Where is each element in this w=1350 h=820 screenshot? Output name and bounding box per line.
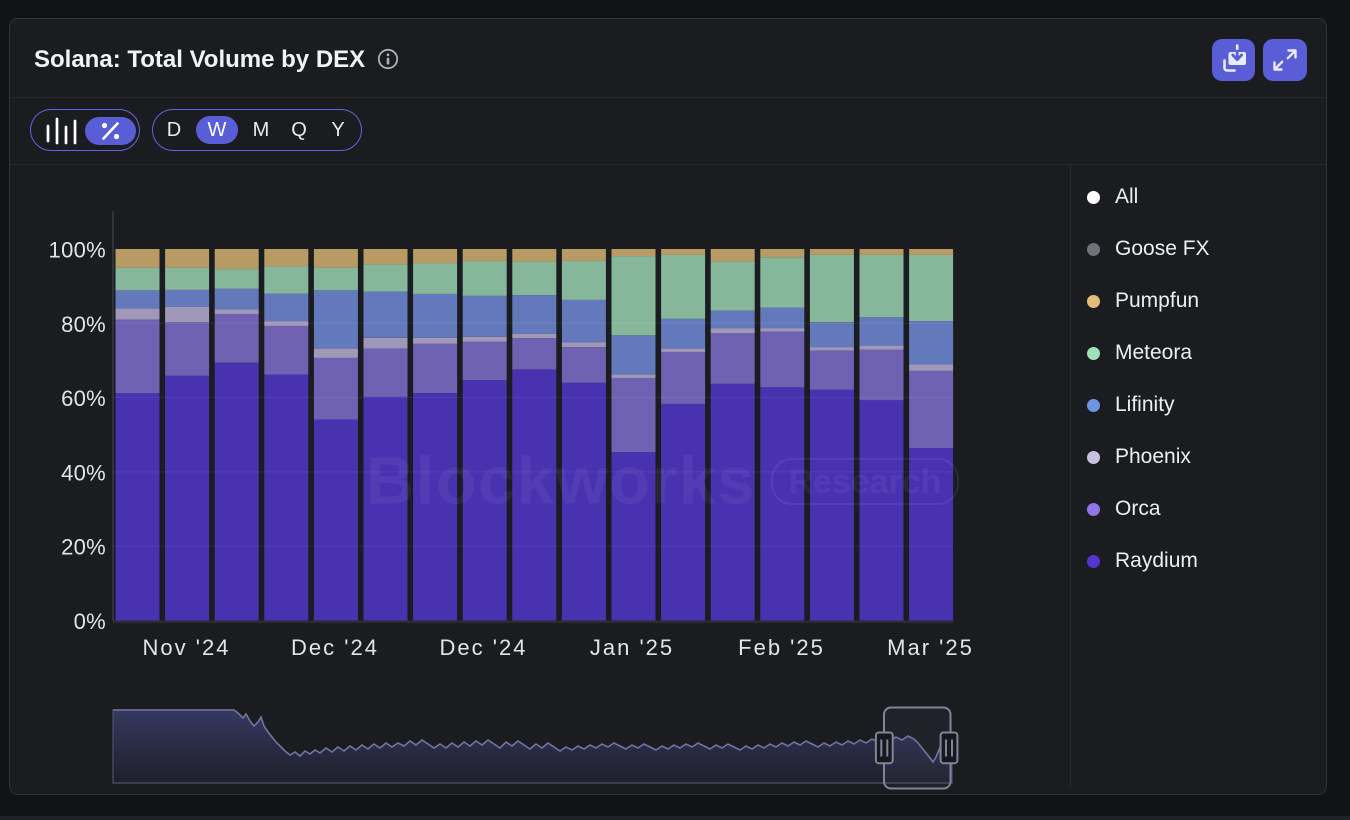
svg-text:Feb '25: Feb '25 [738, 635, 825, 660]
svg-text:0%: 0% [74, 609, 106, 634]
svg-text:Dec '24: Dec '24 [440, 635, 528, 660]
svg-text:Blockworks: Blockworks [366, 444, 756, 519]
svg-text:Nov '24: Nov '24 [143, 635, 231, 660]
svg-text:Mar '25: Mar '25 [887, 635, 974, 660]
svg-text:40%: 40% [61, 460, 106, 485]
svg-text:60%: 60% [61, 386, 106, 411]
svg-text:80%: 80% [61, 312, 106, 337]
svg-text:Research: Research [788, 463, 941, 501]
svg-text:100%: 100% [49, 238, 106, 263]
svg-text:Dec '24: Dec '24 [291, 635, 379, 660]
svg-text:20%: 20% [61, 535, 106, 560]
svg-text:Jan '25: Jan '25 [590, 635, 674, 660]
